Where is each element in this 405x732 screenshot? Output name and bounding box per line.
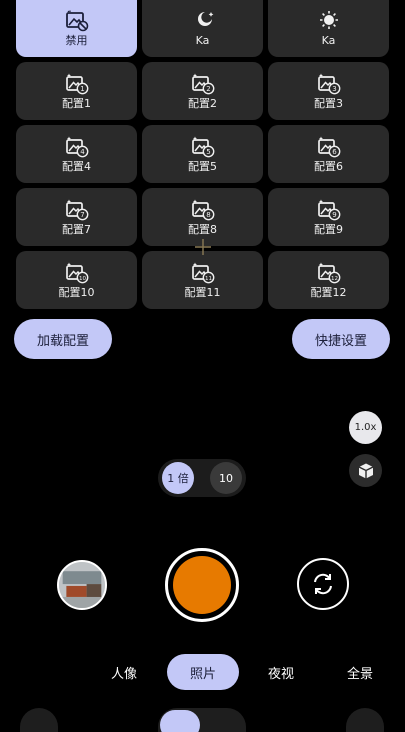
tile-label: 配置4	[62, 159, 91, 173]
preset-4-icon: 4	[65, 136, 88, 157]
tile-preset-9[interactable]: 9 配置9	[268, 188, 389, 246]
zoom-selector: 1 倍 10	[158, 459, 246, 497]
tile-preset-12[interactable]: 12 配置12	[268, 251, 389, 309]
preset-10-icon: 10	[65, 262, 88, 283]
preset-12-icon: 12	[317, 262, 340, 283]
preset-number: 11	[205, 276, 212, 282]
cube-icon	[358, 463, 373, 478]
mode-selector: 人像 照片 夜视 全景	[0, 654, 405, 690]
preset-number: 12	[331, 276, 338, 282]
tile-label: 配置7	[62, 222, 91, 236]
quick-settings-button[interactable]: 快捷设置	[292, 319, 390, 359]
bottom-left-control[interactable]	[20, 708, 58, 732]
preset-7-icon: 7	[65, 199, 88, 220]
zoom-1x-button[interactable]: 1 倍	[162, 462, 194, 494]
preset-number: 2	[206, 85, 210, 93]
preset-number: 5	[206, 148, 210, 156]
preset-9-icon: 9	[317, 199, 340, 220]
mode-photo[interactable]: 照片	[167, 654, 239, 690]
tile-label: 配置11	[184, 285, 221, 299]
tile-preset-3[interactable]: 3 配置3	[268, 62, 389, 120]
preset-number: 6	[332, 148, 337, 156]
bottom-right-control[interactable]	[346, 708, 384, 732]
preset-number: 9	[332, 211, 336, 219]
tile-preset-10[interactable]: 10 配置10	[16, 251, 137, 309]
tile-preset-2[interactable]: 2 配置2	[142, 62, 263, 120]
switch-camera-icon	[314, 573, 332, 595]
switch-camera-button[interactable]	[297, 558, 349, 610]
preset-3-icon: 3	[317, 73, 340, 94]
sun-ka-icon	[319, 11, 338, 29]
load-preset-button[interactable]: 加载配置	[14, 319, 112, 359]
photo-thumbnail-icon	[59, 562, 105, 608]
preset-5-icon: 5	[191, 136, 214, 157]
tile-label: 禁用	[65, 34, 88, 47]
mode-panorama[interactable]: 全景	[338, 654, 382, 690]
tile-label: Ka	[195, 34, 210, 47]
tile-label: 配置8	[188, 222, 217, 236]
tile-preset-6[interactable]: 6 配置6	[268, 125, 389, 183]
moon-ka-icon	[197, 12, 213, 26]
mode-night[interactable]: 夜视	[259, 654, 303, 690]
preset-6-icon: 6	[317, 136, 340, 157]
preset-number: 1	[80, 85, 84, 93]
gallery-thumbnail[interactable]	[57, 560, 107, 610]
tile-label: 配置3	[314, 96, 343, 110]
bottom-center-toggle[interactable]	[158, 708, 246, 732]
image-disabled-icon	[65, 10, 88, 32]
tile-preset-11[interactable]: 11 配置11	[142, 251, 263, 309]
preset-1-icon: 1	[65, 73, 88, 94]
preset-number: 4	[80, 148, 85, 156]
shutter-core	[173, 556, 231, 614]
tile-label: 配置5	[188, 159, 217, 173]
tile-label: 配置10	[58, 285, 95, 299]
tile-preset-5[interactable]: 5 配置5	[142, 125, 263, 183]
preset-number: 8	[206, 211, 210, 219]
preset-8-icon: 8	[191, 199, 214, 220]
tile-disabled[interactable]: 禁用	[16, 0, 137, 57]
tile-label: Ka	[321, 34, 336, 47]
preset-number: 7	[80, 211, 84, 219]
preset-11-icon: 11	[191, 262, 214, 283]
shutter-button[interactable]	[165, 548, 239, 622]
tile-preset-1[interactable]: 1 配置1	[16, 62, 137, 120]
tile-label: 配置9	[314, 222, 343, 236]
zoom-level-indicator[interactable]: 1.0x	[349, 411, 382, 444]
preset-number: 3	[332, 85, 336, 93]
zoom-10x-button[interactable]: 10	[210, 462, 242, 494]
preset-2-icon: 2	[191, 73, 214, 94]
mode-portrait[interactable]: 人像	[102, 654, 146, 690]
tile-night-ka[interactable]: Ka	[142, 0, 263, 57]
tile-label: 配置2	[188, 96, 217, 110]
tile-preset-7[interactable]: 7 配置7	[16, 188, 137, 246]
tile-label: 配置1	[62, 96, 91, 110]
tile-label: 配置6	[314, 159, 343, 173]
tile-preset-4[interactable]: 4 配置4	[16, 125, 137, 183]
preset-number: 10	[79, 276, 86, 282]
view-3d-button[interactable]	[349, 454, 382, 487]
focus-crosshair-icon	[195, 239, 211, 255]
preset-grid: 禁用 Ka Ka 1 配置1 2 配置2 3 配置3 4 配置4 5 配置5 6 配置6 7…	[16, 0, 389, 309]
tile-label: 配置12	[310, 285, 347, 299]
tile-day-ka[interactable]: Ka	[268, 0, 389, 57]
